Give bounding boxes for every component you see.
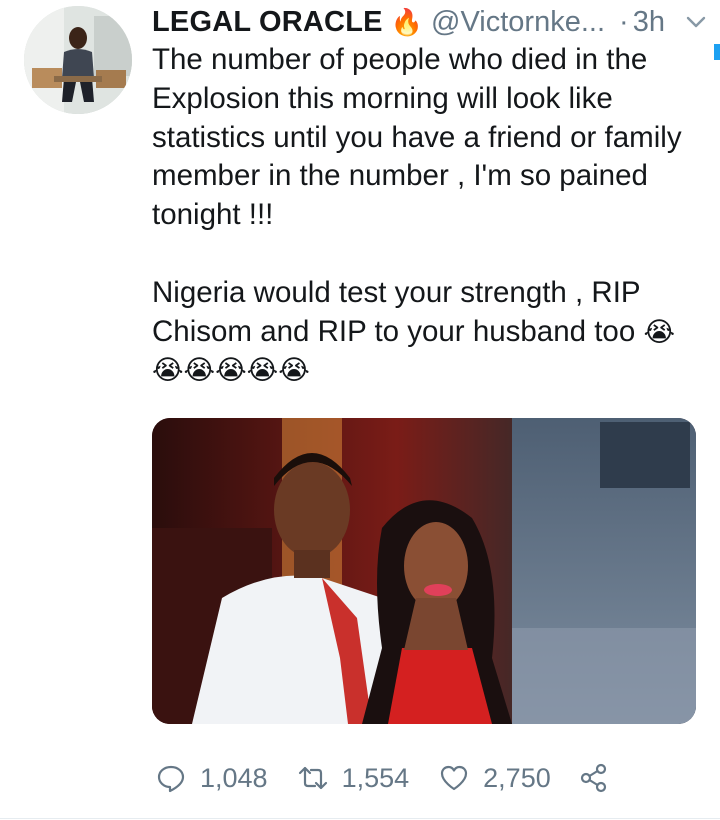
text-line-content: Chisom and RIP to your husband too (152, 314, 636, 348)
retweet-count: 1,554 (341, 762, 410, 793)
tweet-text: The number of people who died in the Exp… (152, 41, 708, 390)
divider (0, 818, 720, 819)
like-button[interactable]: 2,750 (439, 763, 551, 794)
like-count: 2,750 (483, 762, 551, 793)
chevron-down-icon[interactable] (684, 10, 708, 34)
text-line: tonight !!! (152, 198, 274, 232)
text-line: Nigeria would test your strength , RIP (152, 275, 641, 309)
share-icon (580, 763, 606, 793)
tweet-photo[interactable] (152, 418, 696, 724)
avatar[interactable] (24, 6, 132, 114)
timestamp[interactable]: 3h (633, 6, 665, 39)
text-line: The number of people who died in the (152, 43, 648, 76)
tweet[interactable]: LEGAL ORACLE 🔥 @Victornke... · 3h The nu… (0, 0, 720, 820)
reply-button[interactable]: 1,048 (156, 763, 268, 794)
tweet-header: LEGAL ORACLE 🔥 @Victornke... · 3h (152, 0, 708, 44)
text-line: Explosion this morning will look like (152, 81, 613, 115)
text-line: statistics until you have a friend or fa… (152, 120, 682, 154)
retweet-button[interactable]: 1,554 (298, 762, 410, 794)
avatar-image (24, 6, 132, 114)
crying-emoji-row: 😭😭😭😭😭 (152, 355, 310, 386)
text-line: member in the number , I'm so pained (152, 159, 648, 193)
author-handle[interactable]: @Victornke... (431, 6, 605, 39)
crying-emoji: 😭 (643, 316, 675, 347)
text-line: Chisom and RIP to your husband too 😭 (152, 313, 708, 352)
tweet-actions: 1,048 1,554 2,750 (152, 756, 692, 800)
separator-dot: · (619, 5, 629, 38)
author-name[interactable]: LEGAL ORACLE (152, 6, 383, 39)
reply-icon (157, 765, 185, 793)
heart-icon (441, 765, 468, 791)
fire-emoji: 🔥 (390, 6, 424, 37)
couple-photo (152, 418, 696, 724)
reply-count: 1,048 (200, 762, 268, 793)
share-button[interactable] (579, 763, 623, 793)
side-indicator (714, 44, 720, 60)
retweet-icon (298, 766, 327, 790)
